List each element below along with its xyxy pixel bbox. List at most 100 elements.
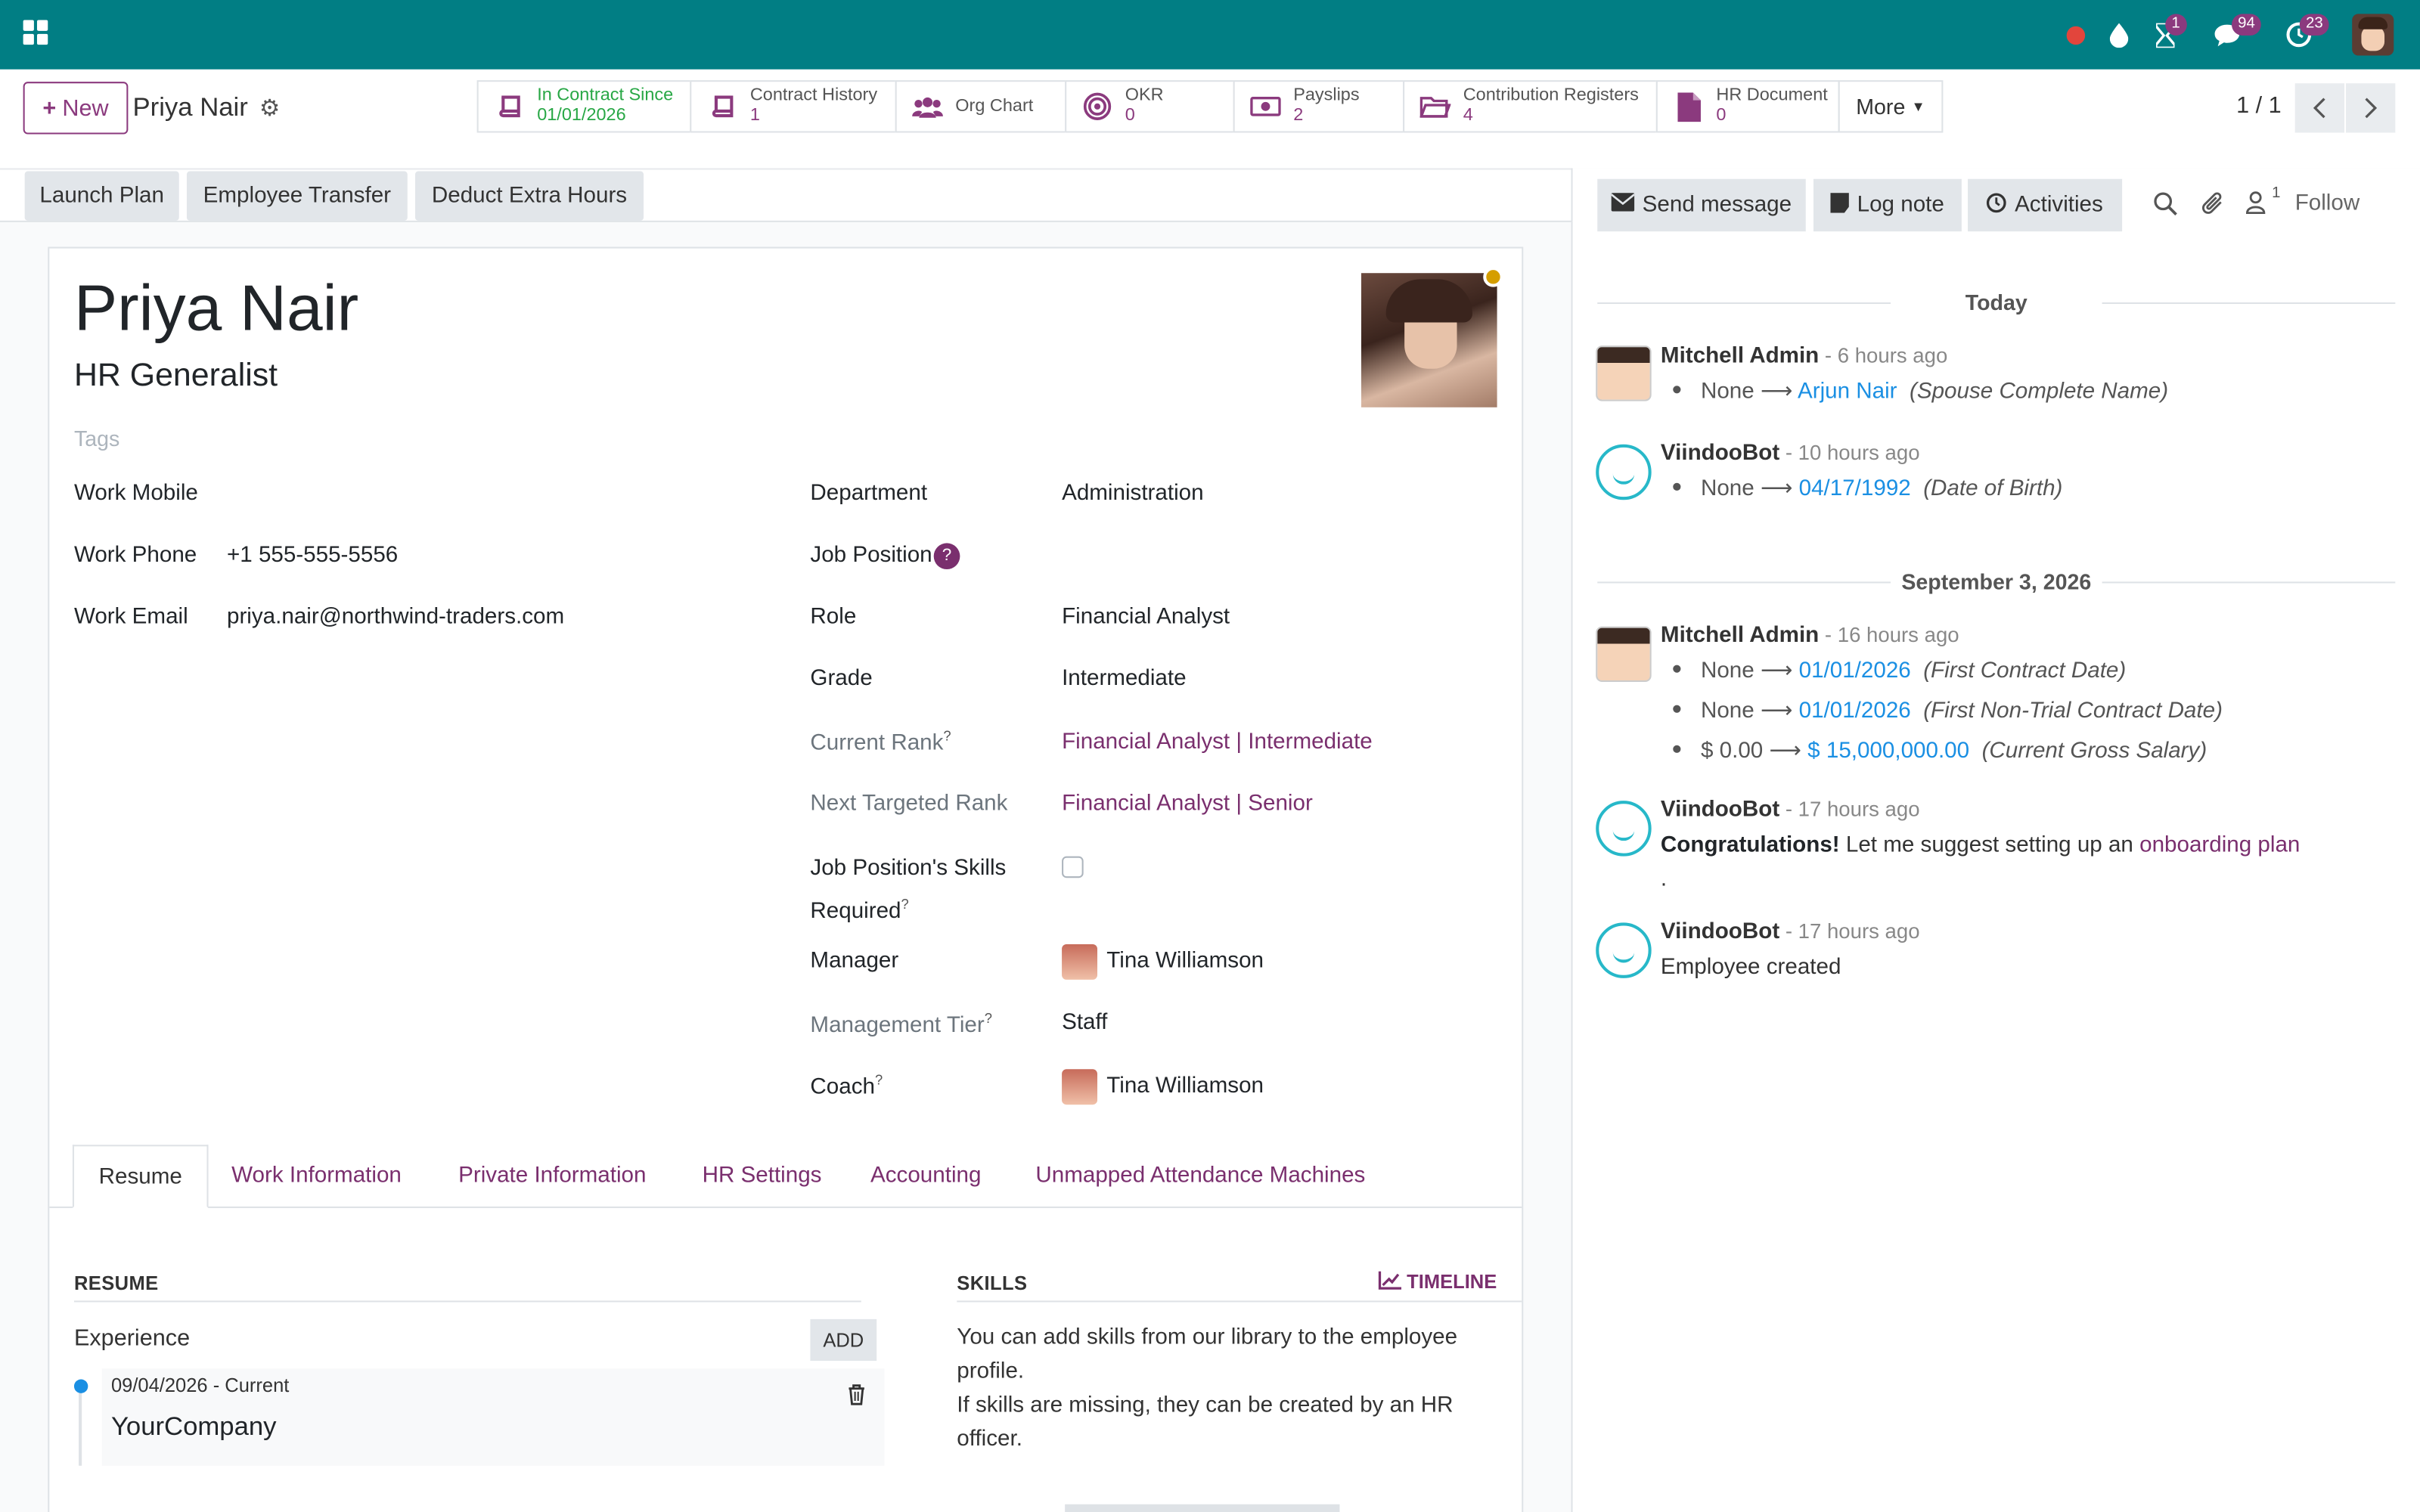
management-tier-label: Management Tier?	[810, 1011, 992, 1038]
search-icon[interactable]	[2153, 191, 2178, 222]
next-rank-link[interactable]: Financial Analyst | Senior	[1062, 792, 1313, 816]
smart-button-contract-history[interactable]: Contract History 1	[690, 80, 897, 133]
smart-value: 0	[1716, 106, 1727, 125]
management-tier-field[interactable]: Staff	[1062, 1011, 1107, 1036]
smart-button-okr[interactable]: OKR 0	[1065, 80, 1235, 133]
author-avatar[interactable]	[1596, 626, 1652, 683]
trash-icon[interactable]	[847, 1384, 865, 1411]
smart-button-payslips[interactable]: Payslips 2	[1233, 80, 1405, 133]
author-avatar[interactable]	[1596, 345, 1652, 401]
author-name[interactable]: ViindooBot	[1661, 442, 1779, 466]
smart-button-hr-document[interactable]: HR Document 0	[1655, 80, 1840, 133]
tab-private-information[interactable]: Private Information	[433, 1145, 671, 1208]
author-name[interactable]: ViindooBot	[1661, 798, 1779, 823]
manager-field[interactable]: Tina Williamson	[1106, 949, 1264, 974]
message-body: Congratulations! Let me suggest setting …	[1661, 833, 2300, 858]
author-name[interactable]: Mitchell Admin	[1661, 344, 1819, 369]
work-email-field[interactable]: priya.nair@northwind-traders.com	[227, 605, 564, 630]
add-resume-button[interactable]: ADD	[810, 1318, 877, 1361]
smart-label: Contract History	[749, 86, 878, 105]
clock-badge: 23	[2299, 14, 2329, 36]
field-name: (Current Gross Salary)	[1981, 739, 2207, 764]
activity-badge: 1	[2165, 14, 2186, 36]
bot-avatar[interactable]	[1596, 444, 1652, 500]
current-rank-label-text: Current Rank	[810, 730, 944, 756]
bot-avatar[interactable]	[1596, 801, 1652, 857]
old-value: None	[1700, 380, 1754, 404]
paperclip-icon[interactable]	[2201, 191, 2226, 224]
smart-button-contribution-registers[interactable]: Contribution Registers 4	[1403, 80, 1658, 133]
manager-avatar	[1062, 943, 1098, 980]
skills-empty-help: You can add skills from our library to t…	[957, 1321, 1497, 1457]
work-phone-field[interactable]: +1 555-555-5556	[227, 543, 398, 568]
employee-photo[interactable]	[1361, 273, 1497, 407]
department-field[interactable]: Administration	[1062, 482, 1204, 507]
tracking-value: None ⟶ 01/01/2026 (First Contract Date)	[1673, 658, 2126, 683]
log-note-button[interactable]: Log note	[1813, 178, 1962, 232]
smart-button-contract-since[interactable]: In Contract Since 01/01/2026	[476, 80, 692, 133]
grade-field[interactable]: Intermediate	[1062, 667, 1187, 692]
field-name: (First Non-Trial Contract Date)	[1923, 699, 2223, 724]
caret-down-icon: ▼	[1911, 98, 1925, 115]
skills-required-checkbox[interactable]	[1062, 856, 1084, 878]
job-position-label-text: Job Position	[810, 543, 932, 569]
tab-unmapped-attendance-machines[interactable]: Unmapped Attendance Machines	[1011, 1145, 1390, 1208]
current-rank-link[interactable]: Financial Analyst | Intermediate	[1062, 730, 1373, 754]
help-icon[interactable]: ?	[901, 897, 909, 912]
gear-icon[interactable]: ⚙	[259, 94, 280, 122]
arrow-right-icon: ⟶	[1760, 380, 1798, 404]
tab-work-information[interactable]: Work Information	[206, 1145, 426, 1208]
coach-label: Coach?	[810, 1072, 883, 1099]
deduct-extra-hours-button[interactable]: Deduct Extra Hours	[414, 171, 644, 221]
employee-transfer-button[interactable]: Employee Transfer	[186, 171, 408, 221]
bot-avatar[interactable]	[1596, 922, 1652, 978]
arrow-right-icon: ⟶	[1769, 739, 1808, 764]
app-root: 1 94 23 + New Priya Nair ⚙ In Contract S…	[0, 0, 2420, 1512]
timeline-link[interactable]: TIMELINE	[1378, 1271, 1497, 1293]
book-icon	[707, 91, 738, 122]
help-icon[interactable]: ?	[875, 1072, 883, 1087]
author-name[interactable]: ViindooBot	[1661, 919, 1779, 944]
work-mobile-label: Work Mobile	[73, 481, 198, 507]
money-icon	[1250, 91, 1281, 122]
follow-button[interactable]: Follow	[2295, 191, 2360, 216]
coach-field[interactable]: Tina Williamson	[1106, 1074, 1264, 1098]
author-name[interactable]: Mitchell Admin	[1661, 623, 1819, 648]
employee-name[interactable]: Priya Nair	[74, 271, 358, 345]
form-statusbar: Launch Plan Employee Transfer Deduct Ext…	[0, 168, 1573, 222]
role-field[interactable]: Financial Analyst	[1062, 605, 1230, 630]
role-label: Role	[810, 605, 857, 630]
smart-value: 4	[1463, 106, 1473, 125]
help-icon[interactable]: ?	[933, 543, 960, 570]
resume-divider	[73, 1300, 861, 1303]
tab-resume[interactable]: Resume	[72, 1145, 209, 1208]
help-icon[interactable]: ?	[985, 1011, 992, 1026]
droplet-icon[interactable]	[2105, 0, 2133, 70]
old-value: None	[1700, 699, 1754, 724]
pager-value[interactable]: 1 / 1	[2236, 92, 2282, 119]
record-indicator-icon[interactable]	[2062, 0, 2090, 70]
smart-button-org-chart[interactable]: Org Chart	[895, 80, 1067, 133]
coach-label-text: Coach	[810, 1075, 875, 1100]
pager-next-button[interactable]	[2346, 83, 2396, 133]
tab-accounting[interactable]: Accounting	[845, 1145, 1006, 1208]
user-avatar[interactable]	[2352, 14, 2394, 56]
message-time: - 16 hours ago	[1819, 623, 1959, 647]
next-rank-label: Next Targeted Rank	[810, 791, 1008, 816]
employee-job-title[interactable]: HR Generalist	[74, 358, 278, 395]
help-icon[interactable]: ?	[943, 728, 951, 743]
more-button[interactable]: More ▼	[1838, 80, 1944, 133]
new-button[interactable]: + New	[23, 82, 129, 135]
tags-input[interactable]: Tags	[74, 426, 119, 451]
target-icon	[1082, 91, 1113, 122]
launch-plan-button[interactable]: Launch Plan	[24, 171, 179, 221]
tracking-value: None ⟶ 01/01/2026 (First Non-Trial Contr…	[1673, 699, 2223, 723]
onboarding-plan-link[interactable]: onboarding plan	[2139, 833, 2300, 858]
followers-icon[interactable]	[2245, 191, 2266, 221]
experience-label: Experience	[73, 1325, 191, 1352]
tab-hr-settings[interactable]: HR Settings	[678, 1145, 846, 1208]
apps-menu-icon[interactable]	[23, 20, 48, 45]
pager-previous-button[interactable]	[2294, 83, 2344, 133]
activities-button[interactable]: Activities	[1968, 178, 2123, 232]
send-message-button[interactable]: Send message	[1597, 178, 1806, 232]
